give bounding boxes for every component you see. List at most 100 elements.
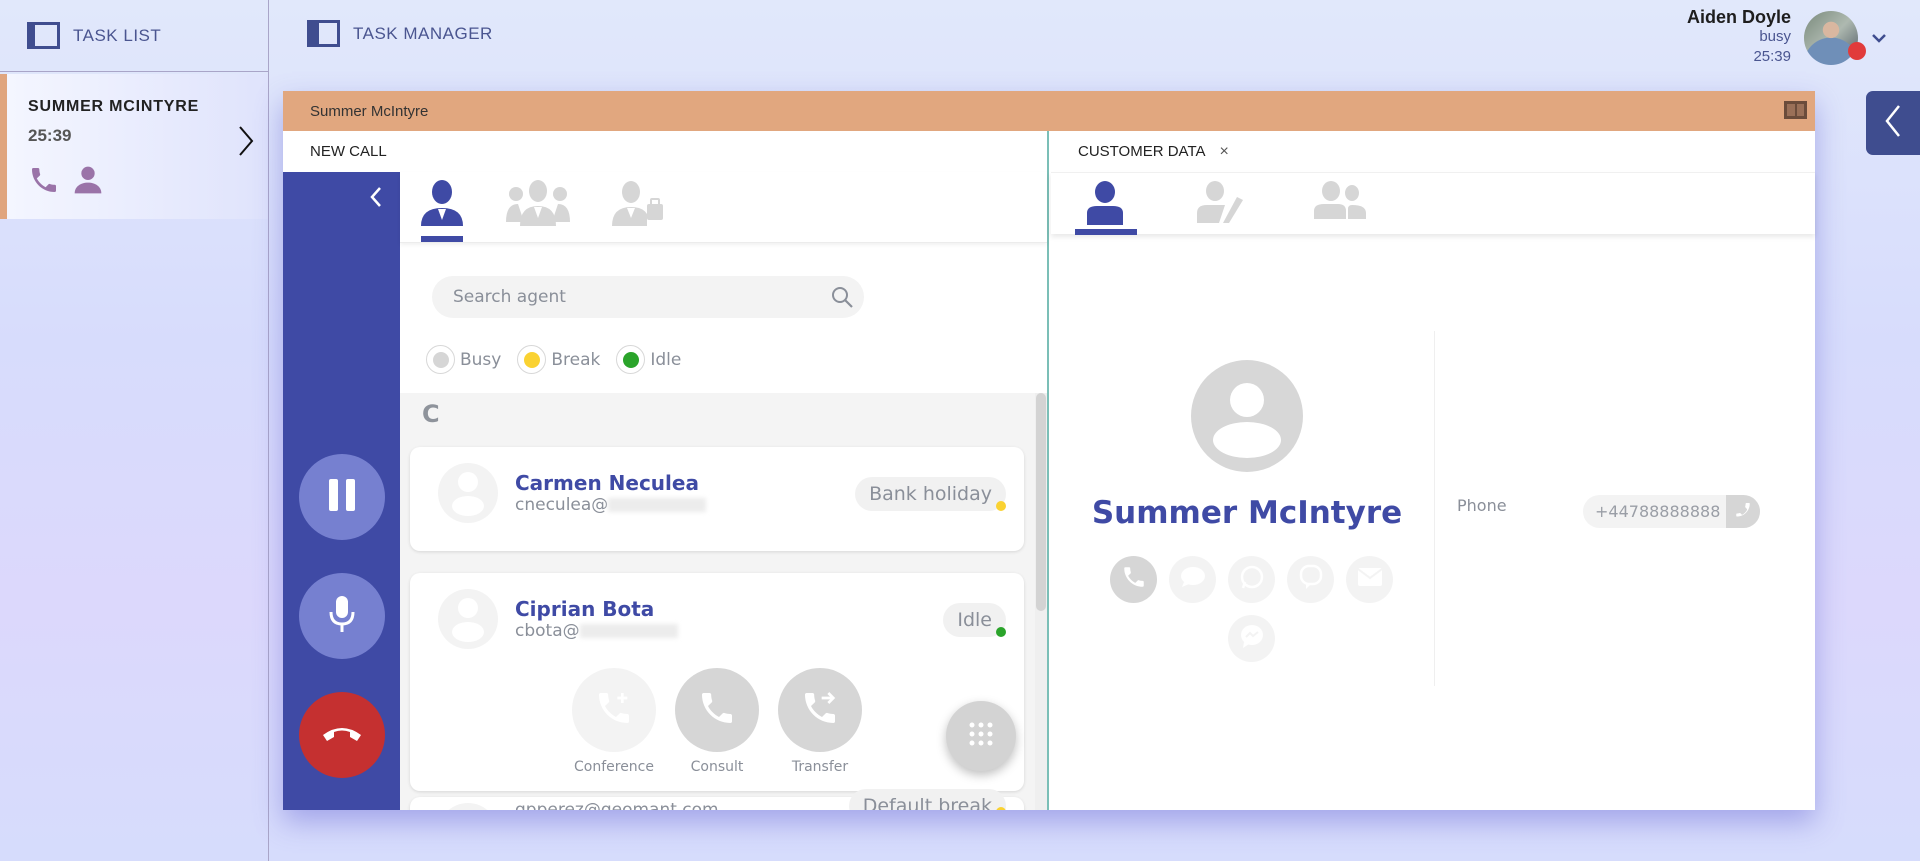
customer-tabs xyxy=(1051,172,1815,237)
channel-messenger-button[interactable] xyxy=(1228,615,1275,662)
whatsapp-icon xyxy=(1239,564,1265,595)
status-filters: Busy Break Idle xyxy=(426,345,689,374)
task-window: Summer McIntyre NEW CALL Search agent Bu… xyxy=(283,91,1815,810)
filter-label: Busy xyxy=(460,349,502,370)
new-call-pane: NEW CALL Search agent Busy Break Idle C … xyxy=(283,131,1049,810)
search-icon[interactable] xyxy=(830,285,854,314)
customer-data-pane: CUSTOMER DATA × Summer McIntyre Phone +4… xyxy=(1051,131,1815,810)
filter-radio[interactable] xyxy=(616,345,646,374)
status-badge: Default break xyxy=(848,789,1006,810)
mute-button[interactable] xyxy=(299,573,385,659)
customer-data-title: CUSTOMER DATA xyxy=(1078,143,1206,160)
channel-viber-button[interactable] xyxy=(1287,556,1334,603)
consult-label: Consult xyxy=(690,759,744,775)
dialpad-icon xyxy=(967,720,995,753)
active-tab-indicator xyxy=(421,236,463,242)
messenger-icon xyxy=(1239,623,1265,654)
close-icon[interactable]: × xyxy=(1220,143,1229,161)
hang-up-icon xyxy=(320,723,364,748)
search-input[interactable] xyxy=(453,287,813,307)
call-phone-button[interactable] xyxy=(1725,495,1760,528)
agent-avatar xyxy=(438,803,498,810)
chevron-down-icon[interactable] xyxy=(1872,30,1886,48)
filter-break[interactable]: Break xyxy=(517,345,600,374)
filter-busy[interactable]: Busy xyxy=(426,345,501,374)
conference-label: Conference xyxy=(573,759,654,775)
agent-list-item[interactable]: gpperez@geomant.com Default break xyxy=(410,789,1024,810)
window-title: Summer McIntyre xyxy=(310,102,429,120)
tab-groups[interactable] xyxy=(506,180,570,236)
agent-list-item[interactable]: Carmen Neculea cneculea@ Bank holiday xyxy=(410,447,1024,551)
chevron-left-icon[interactable] xyxy=(370,186,382,213)
chat-icon xyxy=(1180,566,1206,593)
channel-phone-button[interactable] xyxy=(1110,556,1157,603)
channel-email-button[interactable] xyxy=(1346,556,1393,603)
task-name: SUMMER MCINTYRE xyxy=(28,98,200,115)
agent-list-scrollbar[interactable] xyxy=(1035,393,1047,810)
channel-chat-button[interactable] xyxy=(1169,556,1216,603)
agent-briefcase-icon xyxy=(611,180,663,231)
transfer-button[interactable] xyxy=(778,668,862,752)
task-list-header[interactable]: TASK LIST xyxy=(0,0,268,72)
split-layout-icon[interactable] xyxy=(1784,101,1807,119)
phone-value[interactable]: +44788888888 xyxy=(1583,502,1726,521)
phone-field-label: Phone xyxy=(1457,496,1507,515)
scrollbar-thumb[interactable] xyxy=(1036,393,1046,611)
status-dot xyxy=(996,807,1006,810)
filter-radio[interactable] xyxy=(517,345,547,374)
dialpad-button[interactable] xyxy=(946,701,1016,771)
person-icon xyxy=(1087,181,1123,230)
filter-radio[interactable] xyxy=(426,345,455,374)
task-manager-header[interactable]: TASK MANAGER xyxy=(307,20,493,47)
phone-plus-icon xyxy=(594,688,634,733)
phone-icon xyxy=(1734,500,1752,523)
task-list-title: TASK LIST xyxy=(73,25,162,45)
search-agent-field[interactable] xyxy=(432,276,864,318)
new-call-title: NEW CALL xyxy=(310,143,387,160)
hold-button[interactable] xyxy=(299,454,385,540)
viber-icon xyxy=(1298,564,1324,595)
channel-whatsapp-button[interactable] xyxy=(1228,556,1275,603)
phone-icon xyxy=(28,164,60,201)
agent-tabs xyxy=(400,172,1047,243)
task-card[interactable]: SUMMER MCINTYRE 25:39 xyxy=(0,74,268,219)
customer-avatar xyxy=(1191,360,1303,472)
agent-email: cbota@ xyxy=(515,621,678,641)
transfer-label: Transfer xyxy=(791,759,849,775)
task-list-column: TASK LIST SUMMER MCINTYRE 25:39 xyxy=(0,0,269,861)
user-status: busy xyxy=(1759,28,1791,45)
chevron-left-icon xyxy=(1885,104,1901,142)
side-panel-toggle-button[interactable] xyxy=(1866,91,1920,155)
group-icon xyxy=(506,180,570,231)
filter-idle[interactable]: Idle xyxy=(616,345,681,374)
tab-edit[interactable] xyxy=(1197,181,1251,237)
hang-up-button[interactable] xyxy=(299,692,385,778)
window-title-bar: Summer McIntyre xyxy=(283,91,1815,131)
panel-toggle-icon[interactable] xyxy=(307,20,340,47)
conference-button[interactable] xyxy=(572,668,656,752)
people-icon xyxy=(1314,181,1366,224)
tab-external[interactable] xyxy=(611,180,663,236)
phone-field[interactable]: +44788888888 xyxy=(1583,495,1760,528)
chevron-right-icon[interactable] xyxy=(238,126,254,161)
status-dot xyxy=(996,627,1006,637)
task-timer: 25:39 xyxy=(28,126,72,145)
user-menu[interactable]: Aiden Doyle busy 25:39 xyxy=(1600,0,1920,72)
agent-list-item[interactable]: Ciprian Bota cbota@ Idle Conference Cons… xyxy=(410,573,1024,791)
pause-icon xyxy=(327,478,357,517)
filter-label: Idle xyxy=(650,349,682,370)
agent-avatar xyxy=(438,589,498,649)
person-edit-icon xyxy=(1197,181,1251,228)
phone-icon xyxy=(697,688,737,733)
phone-icon xyxy=(1121,564,1147,595)
vertical-divider xyxy=(1434,331,1435,686)
tab-contacts[interactable] xyxy=(1314,181,1366,237)
agent-icon xyxy=(420,180,464,231)
agent-avatar xyxy=(438,463,498,523)
panel-toggle-icon[interactable] xyxy=(27,22,60,49)
customer-data-header: CUSTOMER DATA × xyxy=(1051,131,1815,172)
agent-email: cneculea@ xyxy=(515,495,707,515)
tab-agents[interactable] xyxy=(420,180,464,236)
consult-button[interactable] xyxy=(675,668,759,752)
phone-forward-icon xyxy=(800,688,840,733)
